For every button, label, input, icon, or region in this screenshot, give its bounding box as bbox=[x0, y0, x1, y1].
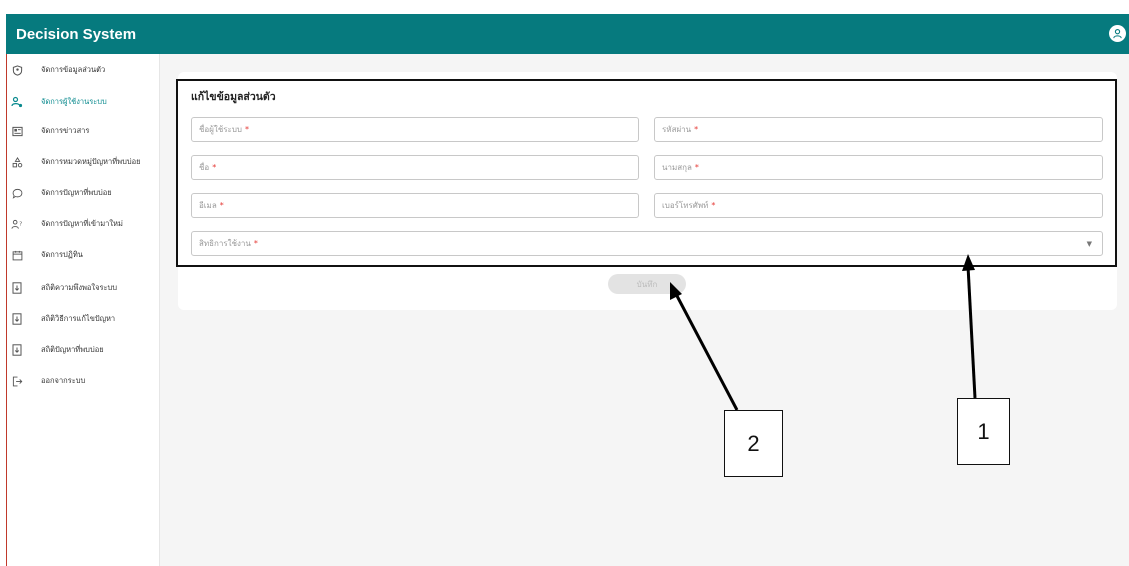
callout-1: 1 bbox=[957, 398, 1010, 465]
annotation-arrows bbox=[670, 254, 977, 411]
arrow-1-line bbox=[966, 265, 977, 399]
callout-2: 2 bbox=[724, 410, 783, 477]
arrow-2-head bbox=[670, 282, 682, 300]
arrow-1-head bbox=[962, 254, 975, 271]
arrow-2-line bbox=[674, 293, 739, 411]
